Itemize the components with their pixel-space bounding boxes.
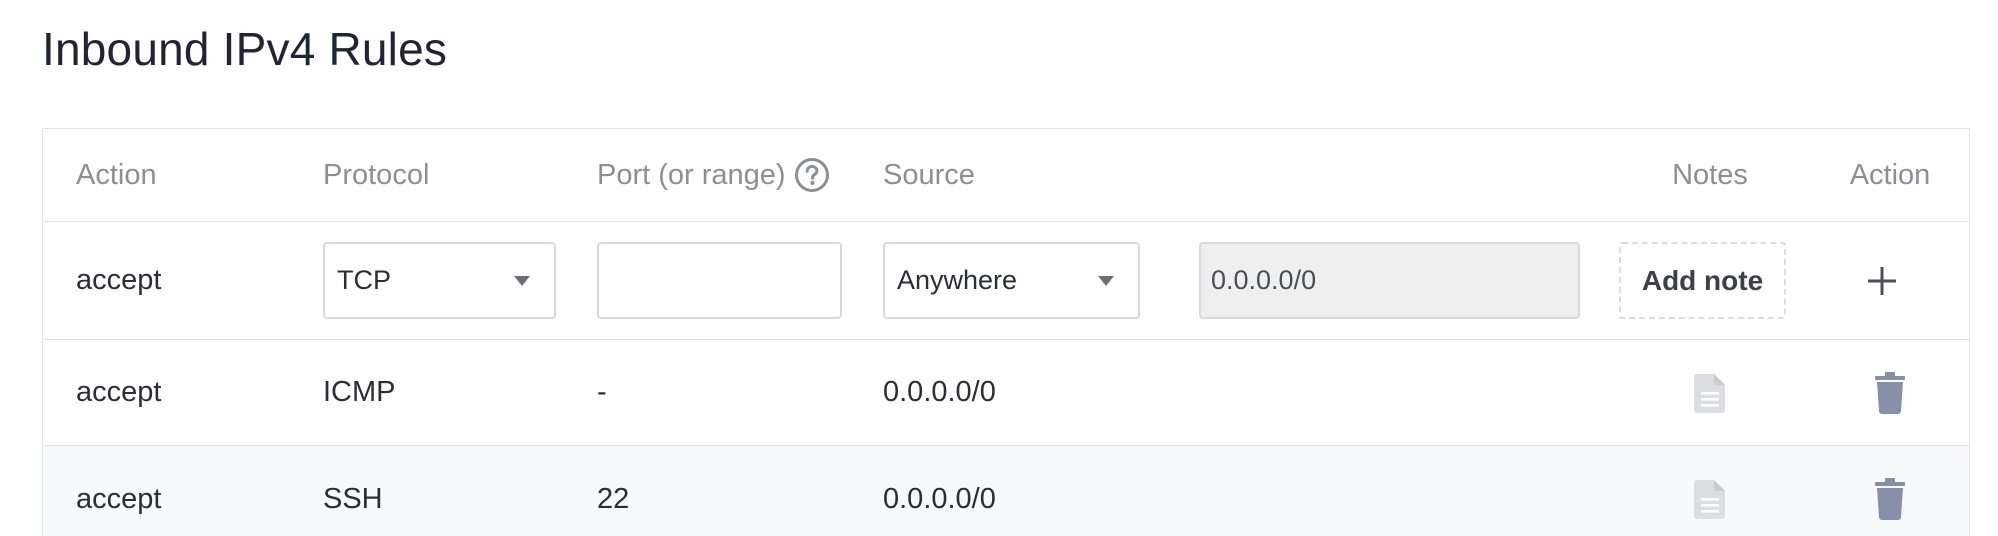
rule-port: 22	[597, 482, 630, 515]
table-row: accept ICMP - 0.0.0.0/0	[43, 340, 1969, 446]
chevron-down-icon	[514, 275, 530, 286]
trash-icon[interactable]	[1874, 371, 1906, 414]
header-action: Action	[76, 158, 157, 191]
chevron-down-icon	[1098, 275, 1114, 286]
rule-source: 0.0.0.0/0	[883, 376, 996, 408]
rule-action-cell	[1800, 340, 1980, 445]
header-protocol: Protocol	[323, 158, 430, 191]
protocol-select[interactable]: TCP	[323, 242, 556, 319]
table-header-row: Action Protocol Port (or range) Source N…	[43, 129, 1969, 222]
rule-action: accept	[76, 482, 162, 515]
header-notes: Notes	[1672, 158, 1748, 191]
rule-notes	[1620, 446, 1800, 536]
rule-port: -	[597, 376, 607, 408]
header-port-label: Port (or range)	[597, 158, 786, 191]
add-note-button[interactable]: Add note	[1619, 242, 1786, 319]
source-cidr-field[interactable]	[1199, 242, 1580, 319]
source-select-value: Anywhere	[897, 265, 1018, 295]
new-rule-action: accept	[76, 264, 162, 296]
rule-source: 0.0.0.0/0	[883, 482, 996, 515]
rule-protocol: SSH	[323, 482, 383, 515]
inbound-rules-page: Inbound IPv4 Rules Action Protocol Port …	[0, 0, 1998, 536]
table-row: accept SSH 22 0.0.0.0/0	[43, 446, 1969, 536]
header-action-2: Action	[1849, 158, 1931, 191]
rule-notes	[1620, 340, 1800, 445]
header-source: Source	[883, 158, 975, 191]
rule-action-cell	[1800, 446, 1980, 536]
protocol-select-value: TCP	[337, 265, 391, 295]
document-icon[interactable]	[1693, 372, 1727, 414]
trash-icon[interactable]	[1874, 478, 1906, 520]
rule-action: accept	[76, 376, 162, 408]
source-select[interactable]: Anywhere	[883, 242, 1140, 319]
question-circle-icon[interactable]	[794, 157, 830, 193]
new-rule-row: accept TCP Anywhere Add note	[43, 222, 1969, 340]
rules-table: Action Protocol Port (or range) Source N…	[42, 128, 1970, 536]
document-icon[interactable]	[1693, 478, 1727, 520]
plus-icon[interactable]	[1858, 257, 1906, 305]
header-port: Port (or range)	[597, 129, 830, 221]
port-input[interactable]	[597, 242, 842, 319]
rule-protocol: ICMP	[323, 376, 396, 408]
page-title: Inbound IPv4 Rules	[42, 23, 448, 75]
